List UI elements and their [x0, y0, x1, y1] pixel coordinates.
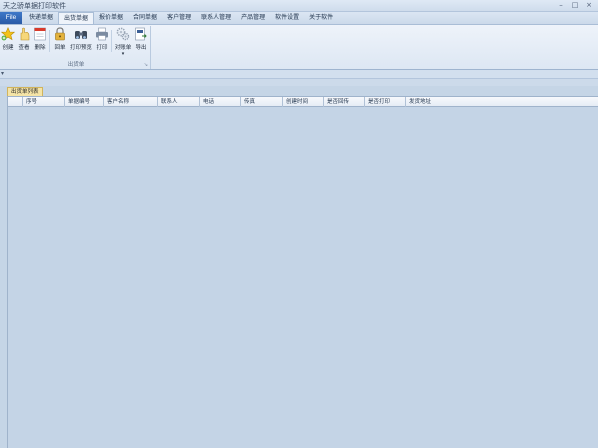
column-header-fax[interactable]: 传真: [241, 97, 283, 107]
dropdown-arrow-icon[interactable]: ▾: [114, 51, 132, 57]
tab-express-docs[interactable]: 快递单据: [24, 12, 58, 24]
print-preview-button[interactable]: 打印预览: [70, 27, 92, 51]
column-header-shipping-address[interactable]: 发货地址: [406, 97, 598, 107]
reconciliation-button[interactable]: 对账单 ▾: [114, 27, 132, 57]
tab-product-management[interactable]: 产品管理: [236, 12, 270, 24]
customize-arrow-icon[interactable]: ▾: [1, 70, 4, 77]
export-button[interactable]: 导出: [134, 27, 148, 51]
shipment-list-tab[interactable]: 出货单列表: [7, 87, 43, 96]
create-label: 创建: [2, 45, 14, 51]
reconciliation-label: 对账单: [114, 45, 132, 51]
column-header-phone[interactable]: 电话: [200, 97, 241, 107]
print-preview-label: 打印预览: [70, 45, 93, 51]
group-launcher-icon[interactable]: ↘: [144, 62, 148, 68]
maximize-button[interactable]: □: [568, 0, 582, 11]
view-label: 查看: [18, 45, 30, 51]
column-header-customer-name[interactable]: 客户名称: [104, 97, 158, 107]
create-button[interactable]: 创建: [1, 27, 15, 51]
print-label: 打印: [96, 45, 108, 51]
tab-customer-management[interactable]: 客户管理: [162, 12, 196, 24]
tab-contract-docs[interactable]: 合同单据: [128, 12, 162, 24]
printer-icon: [96, 27, 108, 41]
minimize-button[interactable]: –: [554, 0, 568, 11]
column-header-contact[interactable]: 联系人: [158, 97, 200, 107]
title-bar: 天之骄单据打印软件 – □ ×: [0, 0, 598, 12]
shipment-group: 创建 查看 删除 回单 打印预览 打印 对账单 ▾ 导出 出货单 ↘: [1, 26, 151, 69]
column-header-printed[interactable]: 是否打印: [365, 97, 406, 107]
export-icon: [135, 27, 147, 41]
delete-label: 删除: [34, 45, 46, 51]
column-header-returned[interactable]: 是否回传: [324, 97, 365, 107]
tab-quote-docs[interactable]: 报价单据: [94, 12, 128, 24]
binoculars-icon: [75, 31, 87, 39]
content-area: 出货单列表 序号 单据编号 客户名称 联系人 电话 传真 创建时间 是否回传 是…: [0, 79, 598, 448]
ribbon-tabs: 快递单据 出货单据 报价单据 合同单据 客户管理 联系人管理 产品管理 软件设置…: [24, 12, 338, 25]
column-header-serial[interactable]: 序号: [23, 97, 65, 107]
gears-icon: [116, 27, 130, 41]
file-menu-button[interactable]: File: [0, 12, 22, 24]
delete-button[interactable]: 删除: [33, 27, 47, 51]
grid-header: 序号 单据编号 客户名称 联系人 电话 传真 创建时间 是否回传 是否打印 发货…: [8, 97, 598, 107]
column-header-doc-number[interactable]: 单据编号: [65, 97, 104, 107]
receipt-label: 回单: [54, 45, 66, 51]
quick-access-bar: ▾: [0, 70, 598, 79]
row-header-corner[interactable]: [8, 97, 23, 107]
export-label: 导出: [135, 45, 147, 51]
ribbon-group-label: 出货单: [67, 62, 85, 68]
shipment-grid[interactable]: 序号 单据编号 客户名称 联系人 电话 传真 创建时间 是否回传 是否打印 发货…: [7, 96, 598, 448]
print-button[interactable]: 打印: [95, 27, 109, 51]
tab-contact-management[interactable]: 联系人管理: [196, 12, 236, 24]
ribbon-separator: [49, 30, 50, 52]
tab-about[interactable]: 关于软件: [304, 12, 338, 24]
ribbon-separator: [111, 30, 112, 52]
receipt-button[interactable]: 回单: [53, 27, 67, 51]
hand-pointer-icon: [20, 27, 30, 41]
column-header-created-time[interactable]: 创建时间: [283, 97, 324, 107]
ribbon-tab-bar: File 快递单据 出货单据 报价单据 合同单据 客户管理 联系人管理 产品管理…: [0, 12, 598, 25]
delete-icon: [34, 27, 46, 41]
window-controls: – □ ×: [554, 0, 596, 12]
tab-software-settings[interactable]: 软件设置: [270, 12, 304, 24]
content-divider: [0, 79, 598, 86]
view-button[interactable]: 查看: [17, 27, 31, 51]
close-button[interactable]: ×: [582, 0, 596, 11]
star-icon: [1, 27, 15, 41]
lock-icon: [55, 27, 65, 41]
window-title: 天之骄单据打印软件: [3, 2, 66, 10]
ribbon: 创建 查看 删除 回单 打印预览 打印 对账单 ▾ 导出 出货单 ↘: [0, 24, 598, 70]
